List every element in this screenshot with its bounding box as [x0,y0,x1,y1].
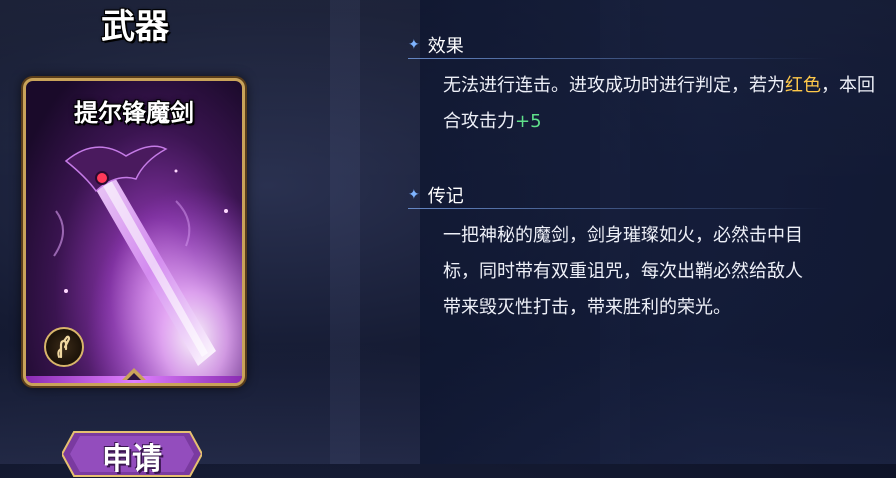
lore-text: 一把神秘的魔剑，剑身璀璨如火，必然击中目 标，同时带有双重诅咒，每次出鞘必然给敌… [443,218,883,326]
effect-highlight-word: 红色 [785,75,821,96]
lore-header-text: 传记 [427,186,464,207]
lore-line-1: 一把神秘的魔剑，剑身璀璨如火，必然击中目 [443,225,803,246]
crossed-fingers-icon [44,327,84,367]
lore-header-divider [408,208,828,209]
weapon-card[interactable]: 提尔锋魔剑 [23,78,245,386]
card-notch [122,368,146,380]
diamond-bullet-icon: ✦ [408,37,420,53]
apply-button[interactable]: 申请 [62,428,202,478]
card-name: 提尔锋魔剑 [74,98,194,127]
effect-text-part1: 无法进行连击。进攻成功时进行判定，若为 [443,75,785,96]
page-title: 武器 [101,7,169,47]
effect-section-header: ✦ 效果 [408,32,828,59]
effect-bonus-value: +5 [515,111,542,132]
effect-header-divider [408,58,828,59]
apply-button-label: 申请 [102,442,162,477]
lore-section-header: ✦ 传记 [408,182,828,209]
diamond-bullet-icon: ✦ [408,187,420,203]
lore-line-3: 带来毁灭性打击，带来胜利的荣光。 [443,297,731,318]
lore-line-2: 标，同时带有双重诅咒，每次出鞘必然给敌人 [443,261,803,282]
effect-text: 无法进行连击。进攻成功时进行判定，若为红色，本回合攻击力+5 [443,68,883,140]
effect-header-text: 效果 [427,36,464,57]
